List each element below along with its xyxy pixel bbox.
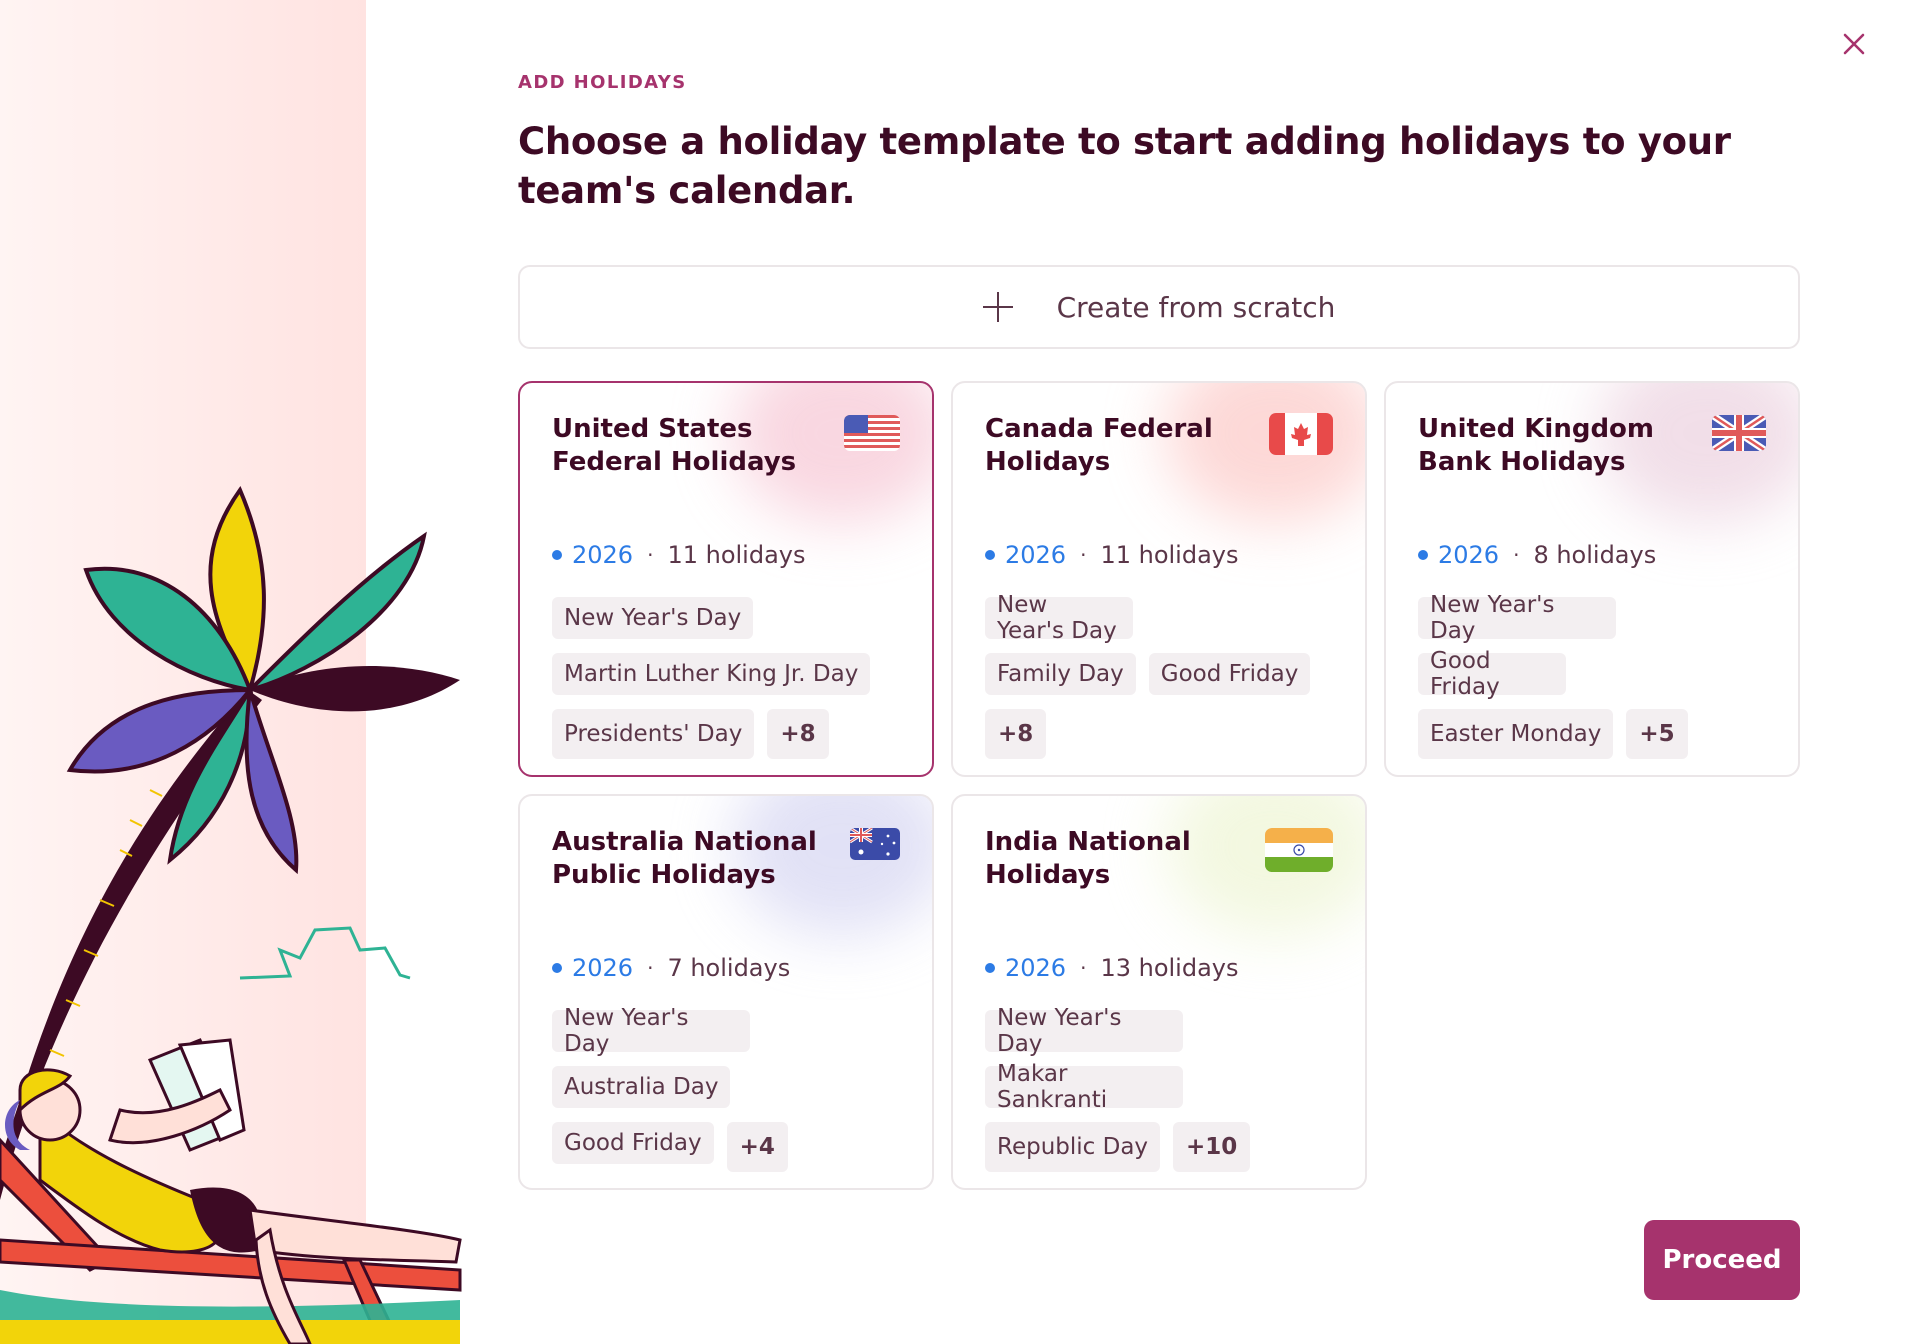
template-title: India National Holidays xyxy=(985,827,1191,890)
uk-flag-icon xyxy=(1712,415,1766,451)
create-from-scratch-label: Create from scratch xyxy=(1056,290,1336,324)
holiday-chip: Good Friday xyxy=(552,1122,714,1164)
year-dot xyxy=(985,550,995,560)
holiday-chip: Australia Day xyxy=(552,1066,731,1108)
holiday-chip: Martin Luther King Jr. Day xyxy=(552,653,871,695)
holiday-chip: New Year's Day xyxy=(552,597,754,639)
year-dot xyxy=(1418,550,1428,560)
template-year: 2026 xyxy=(1005,541,1067,569)
template-year: 2026 xyxy=(572,954,634,982)
year-dot xyxy=(552,963,562,973)
holiday-chips: New Year's Day Makar Sankranti Republic … xyxy=(985,1005,1333,1172)
holiday-count: 7 holidays xyxy=(667,954,791,982)
meta-separator: · xyxy=(647,956,654,980)
template-card-canada[interactable]: Canada Federal Holidays 2026 · 11 holida… xyxy=(951,381,1367,777)
holiday-chip: Good Friday xyxy=(1418,648,1566,700)
template-year: 2026 xyxy=(1005,954,1067,982)
template-title: Canada Federal Holidays xyxy=(985,414,1213,477)
page-title: Choose a holiday template to start addin… xyxy=(518,120,1731,212)
meta-separator: · xyxy=(1080,956,1087,980)
canada-flag-icon xyxy=(1269,413,1333,455)
more-holidays-chip: +8 xyxy=(767,709,829,759)
holiday-chip: Easter Monday xyxy=(1418,709,1614,759)
meta-separator: · xyxy=(647,543,654,567)
close-icon xyxy=(1843,33,1865,55)
holiday-count: 11 holidays xyxy=(1100,541,1239,569)
holiday-chip: Good Friday xyxy=(1148,653,1311,695)
holiday-chip: Presidents' Day xyxy=(552,709,755,759)
holiday-chip: New Year's Day xyxy=(985,1005,1183,1057)
template-card-india[interactable]: India National Holidays 2026 · 13 holida… xyxy=(951,794,1367,1190)
template-card-uk[interactable]: United Kingdom Bank Holidays 2026 · 8 ho… xyxy=(1384,381,1800,777)
holiday-chip: New Year's Day xyxy=(552,1005,750,1057)
holiday-count: 11 holidays xyxy=(667,541,806,569)
close-button[interactable] xyxy=(1838,28,1870,60)
holiday-chip: Family Day xyxy=(985,653,1136,695)
add-holidays-dialog: ADD HOLIDAYS Choose a holiday template t… xyxy=(0,0,1910,1344)
template-title: United States Federal Holidays xyxy=(552,414,797,477)
year-dot xyxy=(985,963,995,973)
meta-separator: · xyxy=(1080,543,1087,567)
holiday-chips: New Year's Day Martin Luther King Jr. Da… xyxy=(552,597,900,759)
more-holidays-chip: +4 xyxy=(726,1122,788,1172)
main-content: ADD HOLIDAYS Choose a holiday template t… xyxy=(518,72,1800,1190)
holiday-chip: Republic Day xyxy=(985,1122,1161,1172)
holiday-chips: New Year's Day Good Friday Easter Monday… xyxy=(1418,592,1766,759)
year-dot xyxy=(552,550,562,560)
template-year: 2026 xyxy=(572,541,634,569)
holiday-chips: New Year's Day Australia Day Good Friday… xyxy=(552,1005,900,1172)
template-title: United Kingdom Bank Holidays xyxy=(1418,414,1655,477)
us-flag-icon xyxy=(844,415,900,451)
holiday-chip: New Year's Day xyxy=(985,592,1133,644)
beach-illustration-panel xyxy=(0,0,366,1344)
more-holidays-chip: +8 xyxy=(985,709,1047,759)
more-holidays-chip: +10 xyxy=(1173,1122,1251,1172)
template-meta: 2026 · 13 holidays xyxy=(985,954,1333,982)
template-meta: 2026 · 8 holidays xyxy=(1418,541,1766,569)
proceed-button[interactable]: Proceed xyxy=(1644,1220,1800,1300)
template-card-australia[interactable]: Australia National Public Holidays 2026 … xyxy=(518,794,934,1190)
template-meta: 2026 · 11 holidays xyxy=(552,541,900,569)
holiday-chip: Makar Sankranti xyxy=(985,1061,1183,1113)
holiday-count: 13 holidays xyxy=(1100,954,1239,982)
plus-icon xyxy=(982,292,1013,322)
template-card-us[interactable]: United States Federal Holidays 2026 · 11… xyxy=(518,381,934,777)
holiday-chips: New Year's Day Family Day Good Friday +8 xyxy=(985,592,1333,759)
holiday-count: 8 holidays xyxy=(1533,541,1657,569)
template-meta: 2026 · 7 holidays xyxy=(552,954,900,982)
india-flag-icon xyxy=(1265,828,1333,872)
template-title: Australia National Public Holidays xyxy=(552,827,817,890)
template-grid: United States Federal Holidays 2026 · 11… xyxy=(518,381,1800,1190)
section-eyebrow: ADD HOLIDAYS xyxy=(518,72,687,93)
more-holidays-chip: +5 xyxy=(1626,709,1688,759)
create-from-scratch-button[interactable]: Create from scratch xyxy=(518,265,1800,349)
meta-separator: · xyxy=(1513,543,1520,567)
australia-flag-icon xyxy=(850,828,900,860)
holiday-chip: New Year's Day xyxy=(1418,592,1616,644)
template-year: 2026 xyxy=(1438,541,1500,569)
template-meta: 2026 · 11 holidays xyxy=(985,541,1333,569)
